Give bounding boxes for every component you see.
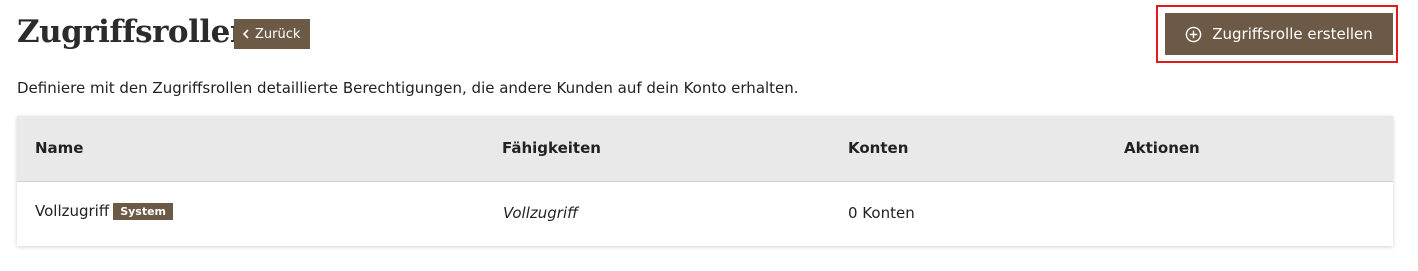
column-header-name: Name (35, 139, 84, 157)
create-role-button-label: Zugriffsrolle erstellen (1212, 25, 1373, 43)
back-button[interactable]: Zurück (234, 19, 311, 49)
system-badge: System (113, 203, 174, 220)
column-header-actions: Aktionen (1124, 139, 1200, 157)
page-description: Definiere mit den Zugriffsrollen detaill… (17, 79, 799, 97)
create-role-button[interactable]: Zugriffsrolle erstellen (1165, 13, 1393, 55)
column-header-accounts: Konten (848, 139, 909, 157)
role-capabilities: Vollzugriff (503, 204, 578, 222)
roles-table: Name Fähigkeiten Konten Aktionen Vollzug… (17, 116, 1393, 246)
role-name-cell: Vollzugriff System (35, 202, 174, 220)
page-title: Zugriffsrollen (17, 14, 252, 50)
column-header-capabilities: Fähigkeiten (502, 139, 601, 157)
role-accounts: 0 Konten (848, 204, 915, 222)
role-name: Vollzugriff (35, 202, 110, 220)
create-button-highlight: Zugriffsrolle erstellen (1156, 5, 1398, 63)
back-button-label: Zurück (255, 26, 301, 42)
chevron-left-icon (242, 29, 249, 39)
plus-circle-icon (1185, 26, 1202, 42)
table-header: Name Fähigkeiten Konten Aktionen (17, 116, 1393, 182)
